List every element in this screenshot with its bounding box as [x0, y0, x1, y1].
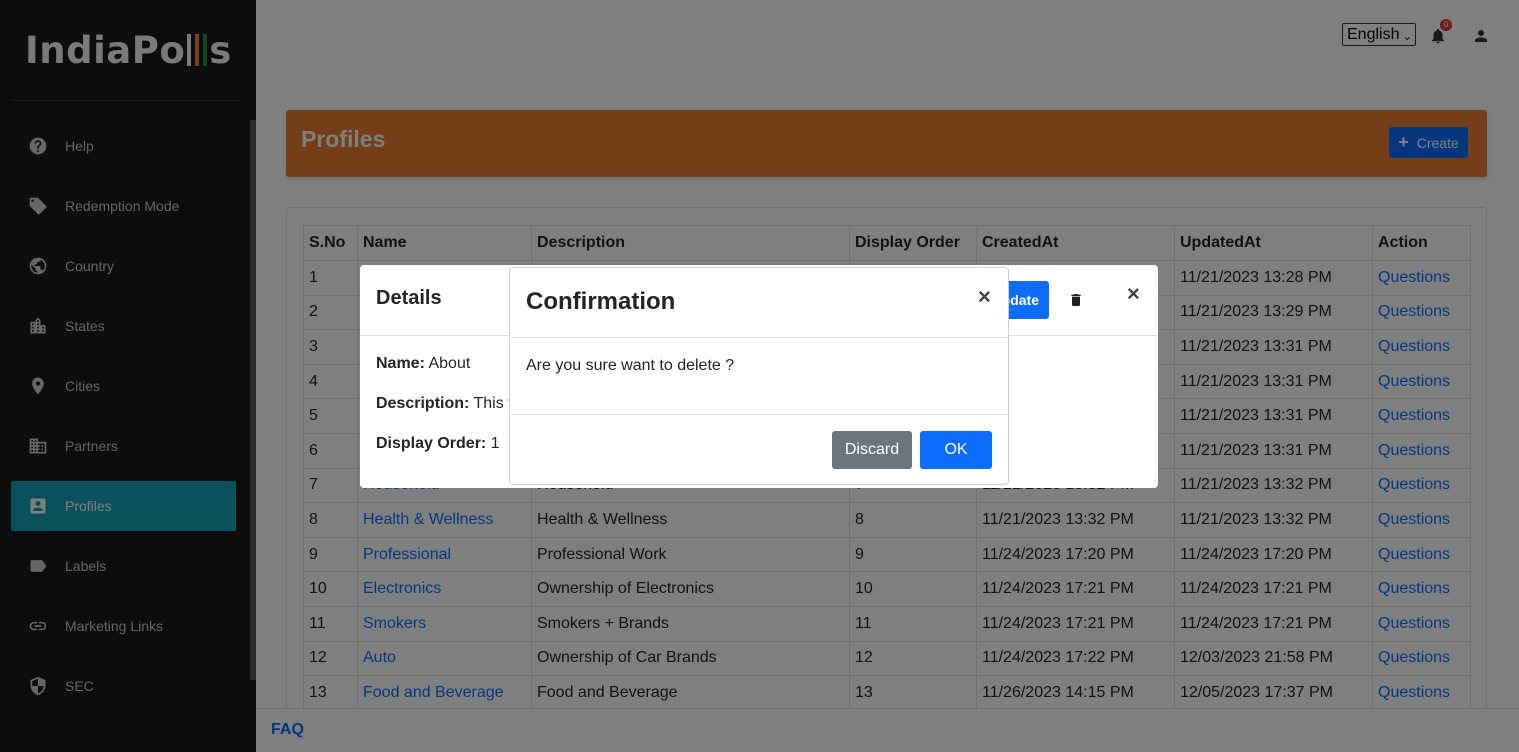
close-icon[interactable]: × — [1127, 281, 1140, 307]
discard-button[interactable]: Discard — [832, 431, 912, 469]
confirmation-modal-header: Confirmation × — [510, 268, 1008, 338]
confirmation-message: Are you sure want to delete ? — [526, 357, 735, 374]
confirmation-title: Confirmation — [526, 288, 676, 315]
details-modal-title: Details — [376, 287, 442, 309]
detail-description: Description: This fo — [376, 395, 522, 412]
close-icon[interactable]: × — [978, 284, 991, 310]
detail-name: Name: About — [376, 355, 471, 372]
trash-icon[interactable] — [1068, 291, 1084, 309]
ok-button[interactable]: OK — [920, 431, 992, 469]
detail-display-order: Display Order: 1 — [376, 435, 500, 452]
confirmation-modal: Confirmation × Are you sure want to dele… — [509, 267, 1009, 485]
confirmation-modal-footer: Discard OK — [510, 414, 1008, 484]
